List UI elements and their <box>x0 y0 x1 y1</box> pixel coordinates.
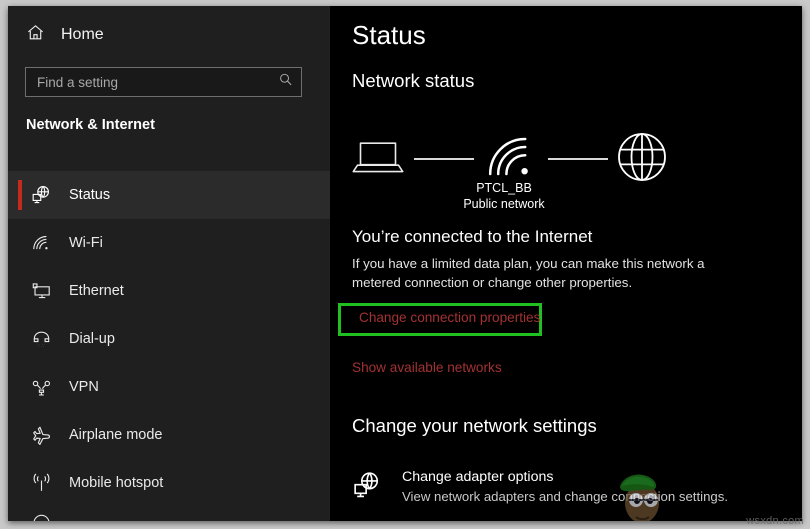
sidebar-item-wifi[interactable]: Wi-Fi <box>8 219 330 267</box>
sidebar-item-label: Mobile hotspot <box>69 475 164 491</box>
screenshot-root: Home Find a setting Network & Internet S… <box>0 0 810 529</box>
proxy-icon <box>27 508 55 521</box>
settings-sidebar: Home Find a setting Network & Internet S… <box>8 6 330 521</box>
settings-window: Home Find a setting Network & Internet S… <box>8 6 802 521</box>
ethernet-icon <box>27 277 55 305</box>
adapter-title: Change adapter options <box>402 469 554 485</box>
sidebar-item-label: VPN <box>69 379 99 395</box>
connected-heading: You’re connected to the Internet <box>352 227 593 246</box>
globe-icon <box>616 131 668 188</box>
sidebar-item-airplane-mode[interactable]: Airplane mode <box>8 411 330 459</box>
laptop-icon <box>352 138 404 183</box>
sidebar-item-label: Ethernet <box>69 283 124 299</box>
sidebar-item-vpn[interactable]: VPN <box>8 363 330 411</box>
change-adapter-options-item[interactable]: Change adapter options View network adap… <box>352 467 782 506</box>
wifi-signal-icon <box>486 133 532 182</box>
watermark-text: wsxdn.com <box>746 515 804 527</box>
change-network-settings-heading: Change your network settings <box>352 415 597 436</box>
diagram-link-left <box>414 158 474 160</box>
network-ssid: PTCL_BB <box>476 181 532 195</box>
settings-main-pane: Status Network status PTCL_BB Public net… <box>330 6 802 521</box>
sidebar-home-item[interactable]: Home <box>26 18 104 52</box>
search-input[interactable]: Find a setting <box>25 67 302 97</box>
diagram-link-right <box>548 158 608 160</box>
sidebar-item-mobile-hotspot[interactable]: Mobile hotspot <box>8 459 330 507</box>
airplane-icon <box>27 421 55 449</box>
diagram-caption: PTCL_BB Public network <box>424 180 584 212</box>
hotspot-icon <box>27 469 55 497</box>
adapter-subtitle: View network adapters and change connect… <box>402 489 728 504</box>
sidebar-item-dialup[interactable]: Dial-up <box>8 315 330 363</box>
sidebar-item-label: Dial-up <box>69 331 115 347</box>
wifi-icon <box>27 229 55 257</box>
sidebar-item-label: Airplane mode <box>69 427 163 443</box>
dialup-icon <box>27 325 55 353</box>
change-connection-properties-link[interactable]: Change connection properties <box>359 310 540 325</box>
selection-accent-bar <box>18 180 22 210</box>
cartoon-face-watermark <box>612 469 668 521</box>
sidebar-item-status[interactable]: Status <box>8 171 330 219</box>
sidebar-nav-list: Status Wi-Fi Ethernet Dial-up VPN Airpla… <box>8 171 330 521</box>
network-type: Public network <box>463 197 545 211</box>
search-icon <box>278 72 293 92</box>
search-placeholder: Find a setting <box>37 74 119 90</box>
sidebar-item-ethernet[interactable]: Ethernet <box>8 267 330 315</box>
vpn-icon <box>27 373 55 401</box>
sidebar-item-label: Status <box>69 187 111 203</box>
home-icon <box>26 23 45 47</box>
sidebar-category-title: Network & Internet <box>26 117 155 133</box>
connected-description: If you have a limited data plan, you can… <box>352 256 705 290</box>
show-available-networks-link[interactable]: Show available networks <box>352 360 502 375</box>
network-status-icon <box>352 471 382 505</box>
network-status-icon <box>27 181 55 209</box>
sidebar-item-label: Wi-Fi <box>69 235 103 251</box>
network-status-heading: Network status <box>352 70 475 91</box>
network-diagram: PTCL_BB Public network <box>352 124 672 214</box>
sidebar-home-label: Home <box>61 26 104 43</box>
page-title: Status <box>352 20 426 50</box>
sidebar-item-proxy[interactable] <box>8 507 330 521</box>
